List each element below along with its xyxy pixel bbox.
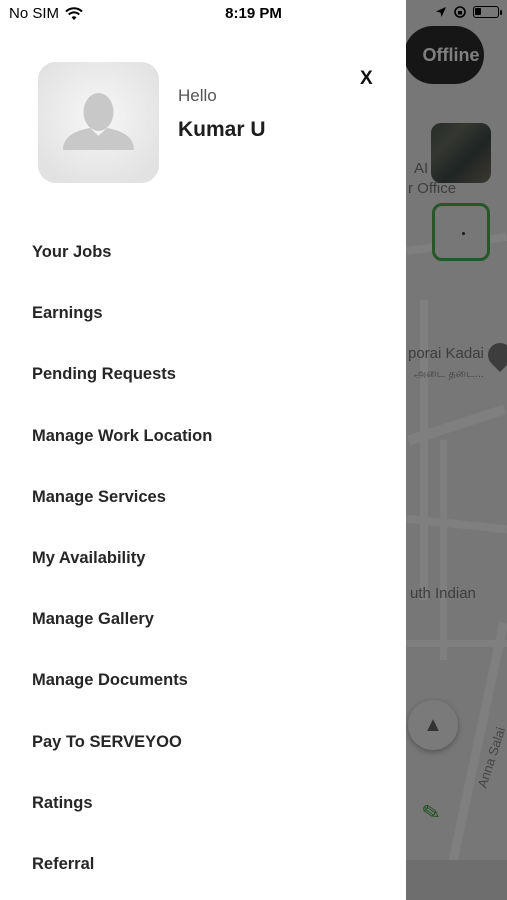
menu-item-manage-services[interactable]: Manage Services (0, 467, 406, 528)
avatar[interactable] (38, 62, 159, 183)
menu-item-earnings[interactable]: Earnings (0, 283, 406, 344)
close-drawer-button[interactable]: X (360, 68, 373, 90)
menu-item-manage-work-location[interactable]: Manage Work Location (0, 406, 406, 467)
clock: 8:19 PM (225, 5, 282, 22)
user-silhouette-icon (38, 62, 159, 183)
menu-item-pending-requests[interactable]: Pending Requests (0, 344, 406, 405)
menu-item-manage-gallery[interactable]: Manage Gallery (0, 589, 406, 650)
status-right (435, 5, 502, 19)
menu-item-ratings[interactable]: Ratings (0, 773, 406, 834)
battery-icon (473, 6, 502, 18)
user-name: Kumar U (178, 118, 266, 141)
menu-item-manage-documents[interactable]: Manage Documents (0, 650, 406, 711)
menu-item-my-availability[interactable]: My Availability (0, 528, 406, 589)
location-arrow-icon (436, 7, 446, 17)
drawer-menu: Your Jobs Earnings Pending Requests Mana… (0, 222, 406, 895)
status-bar: No SIM 8:19 PM (0, 0, 507, 28)
greeting-text: Hello (178, 86, 217, 105)
menu-item-your-jobs[interactable]: Your Jobs (0, 222, 406, 283)
menu-item-referral[interactable]: Referral (0, 834, 406, 895)
orientation-lock-icon (454, 6, 466, 18)
navigation-drawer: Hello Kumar U X Your Jobs Earnings Pendi… (0, 0, 406, 900)
menu-item-pay-to-serveyoo[interactable]: Pay To SERVEYOO (0, 712, 406, 773)
